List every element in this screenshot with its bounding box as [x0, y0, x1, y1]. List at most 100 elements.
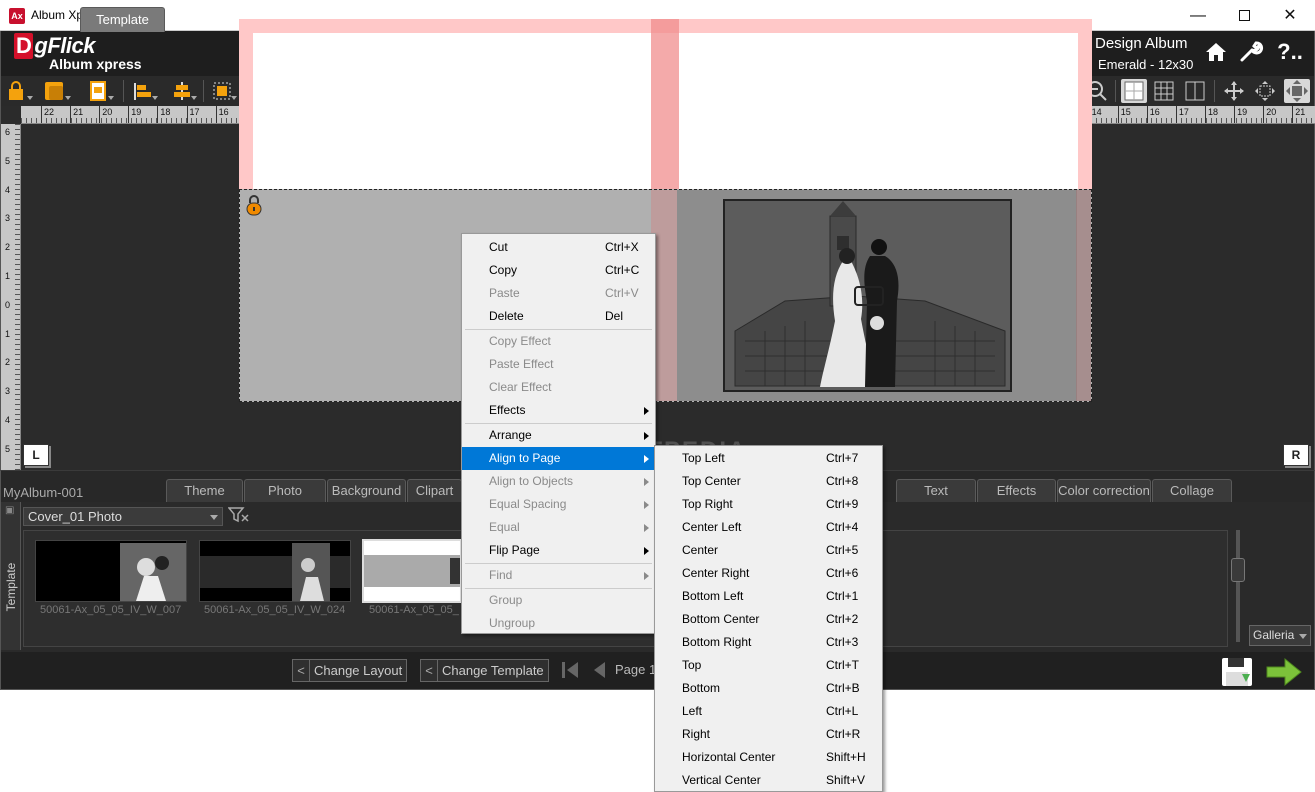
fit-page-icon[interactable]: [1221, 79, 1247, 103]
menu-item-align-to-page[interactable]: Align to Page: [462, 447, 655, 470]
align-horizontal-center[interactable]: Horizontal Center Shift+H: [655, 746, 882, 769]
next-arrow-icon[interactable]: [1265, 657, 1303, 687]
menu-item-flip-page[interactable]: Flip Page: [462, 539, 655, 562]
menu-item-copy-effect[interactable]: Copy Effect: [462, 330, 655, 353]
tab-background[interactable]: Background: [327, 479, 406, 502]
single-view-button[interactable]: [1121, 79, 1147, 103]
menu-item-equal[interactable]: Equal: [462, 516, 655, 539]
ruler-major-tick: [215, 106, 217, 123]
settings-wrench-icon[interactable]: [1238, 39, 1264, 65]
lock-icon[interactable]: [245, 194, 263, 216]
ruler-label: 1: [5, 271, 11, 281]
menu-item-label: Copy Effect: [489, 334, 551, 348]
template-thumbnail[interactable]: [35, 540, 187, 602]
layer-order-button[interactable]: [41, 79, 73, 103]
first-page-icon[interactable]: [559, 659, 581, 687]
tab-theme[interactable]: Theme: [166, 479, 243, 502]
menu-item-label: Top: [682, 658, 702, 672]
right-page-marker[interactable]: R: [1283, 444, 1309, 466]
ruler-major-tick: [186, 106, 188, 123]
menu-item-group[interactable]: Group: [462, 589, 655, 612]
fullscreen-icon[interactable]: [1284, 79, 1310, 103]
menu-item-delete[interactable]: Delete Del: [462, 305, 655, 328]
menu-item-label: Flip Page: [489, 543, 540, 557]
ruler-label: 21: [1295, 107, 1306, 117]
menu-item-shortcut: Ctrl+T: [826, 658, 859, 672]
ruler-label: 18: [1208, 107, 1219, 117]
tab-collage[interactable]: Collage: [1152, 479, 1232, 502]
align-top-left[interactable]: Top Left Ctrl+7: [655, 447, 882, 470]
change-layout-button[interactable]: < Change Layout: [292, 659, 408, 682]
save-icon[interactable]: [1220, 656, 1254, 688]
template-category-select[interactable]: Cover_01 Photo: [23, 507, 223, 526]
align-bottom-right[interactable]: Bottom Right Ctrl+3: [655, 631, 882, 654]
tab-template[interactable]: Template: [80, 7, 165, 32]
menu-item-paste[interactable]: Paste Ctrl+V: [462, 282, 655, 305]
ruler-label: 19: [1237, 107, 1248, 117]
vertical-ruler: 6 5 4 3 2 1 0 1 2 3 4 5: [1, 124, 21, 470]
align-bottom-center[interactable]: Bottom Center Ctrl+2: [655, 608, 882, 631]
view-mode-select[interactable]: Galleria: [1249, 625, 1311, 646]
wedding-photo[interactable]: [723, 199, 1012, 392]
menu-item-clear-effect[interactable]: Clear Effect: [462, 376, 655, 399]
template-thumbnail-selected[interactable]: [362, 539, 462, 603]
tab-photo[interactable]: Photo: [244, 479, 326, 502]
chevron-right-icon: [644, 547, 649, 555]
chevron-down-icon: [1299, 634, 1307, 639]
menu-item-label: Top Center: [682, 474, 741, 488]
menu-item-shortcut: Ctrl+4: [826, 520, 859, 534]
slider-handle[interactable]: [1231, 558, 1245, 582]
menu-item-effects[interactable]: Effects: [462, 399, 655, 422]
menu-item-copy[interactable]: Copy Ctrl+C: [462, 259, 655, 282]
minimize-button[interactable]: —: [1175, 0, 1221, 31]
align-left[interactable]: Left Ctrl+L: [655, 700, 882, 723]
align-right[interactable]: Right Ctrl+R: [655, 723, 882, 746]
page-tool-button[interactable]: [84, 79, 116, 103]
align-center-right[interactable]: Center Right Ctrl+6: [655, 562, 882, 585]
crop-tool-button[interactable]: [207, 79, 239, 103]
menu-item-find[interactable]: Find: [462, 564, 655, 587]
align-bottom[interactable]: Bottom Ctrl+B: [655, 677, 882, 700]
panel-pin-icon[interactable]: ▣: [5, 505, 14, 516]
menu-item-equal-spacing[interactable]: Equal Spacing: [462, 493, 655, 516]
left-page-marker[interactable]: L: [23, 444, 49, 466]
ruler-major-tick: [1146, 106, 1148, 123]
align-center[interactable]: Center Ctrl+5: [655, 539, 882, 562]
tab-text[interactable]: Text: [896, 479, 976, 502]
align-vertical-center[interactable]: Vertical Center Shift+V: [655, 769, 882, 792]
product-name: Album xpress: [49, 56, 142, 72]
menu-item-align-to-objects[interactable]: Align to Objects: [462, 470, 655, 493]
close-button[interactable]: ✕: [1267, 0, 1313, 31]
align-center-left[interactable]: Center Left Ctrl+4: [655, 516, 882, 539]
align-top-center[interactable]: Top Center Ctrl+8: [655, 470, 882, 493]
menu-item-label: Ungroup: [489, 616, 536, 630]
move-icon[interactable]: [1252, 79, 1278, 103]
lock-tool-button[interactable]: [3, 79, 35, 103]
align-left-button[interactable]: [128, 79, 160, 103]
align-center-button[interactable]: [167, 79, 199, 103]
menu-item-paste-effect[interactable]: Paste Effect: [462, 353, 655, 376]
template-thumbnail[interactable]: [199, 540, 351, 602]
align-bottom-left[interactable]: Bottom Left Ctrl+1: [655, 585, 882, 608]
previous-page-icon[interactable]: [590, 659, 608, 687]
menu-item-arrange[interactable]: Arrange: [462, 424, 655, 447]
align-top-right[interactable]: Top Right Ctrl+9: [655, 493, 882, 516]
maximize-button[interactable]: [1221, 0, 1267, 31]
tab-effects[interactable]: Effects: [977, 479, 1056, 502]
menu-item-ungroup[interactable]: Ungroup: [462, 612, 655, 635]
thumbnail-size-slider[interactable]: [1236, 530, 1240, 642]
spread-view-button[interactable]: [1182, 79, 1208, 103]
menu-item-shortcut: Ctrl+3: [826, 635, 859, 649]
change-template-button[interactable]: < Change Template: [420, 659, 549, 682]
filter-icon[interactable]: [227, 506, 250, 529]
align-top[interactable]: Top Ctrl+T: [655, 654, 882, 677]
maximize-icon: [1238, 10, 1250, 22]
home-icon[interactable]: [1203, 39, 1229, 65]
help-icon[interactable]: ?..: [1273, 39, 1307, 65]
tab-color-correction[interactable]: Color correction: [1057, 479, 1151, 502]
grid-view-button[interactable]: [1151, 79, 1177, 103]
tab-clipart[interactable]: Clipart: [407, 479, 462, 502]
chevron-right-icon: [644, 432, 649, 440]
menu-item-label: Center Right: [682, 566, 750, 580]
menu-item-cut[interactable]: Cut Ctrl+X: [462, 236, 655, 259]
